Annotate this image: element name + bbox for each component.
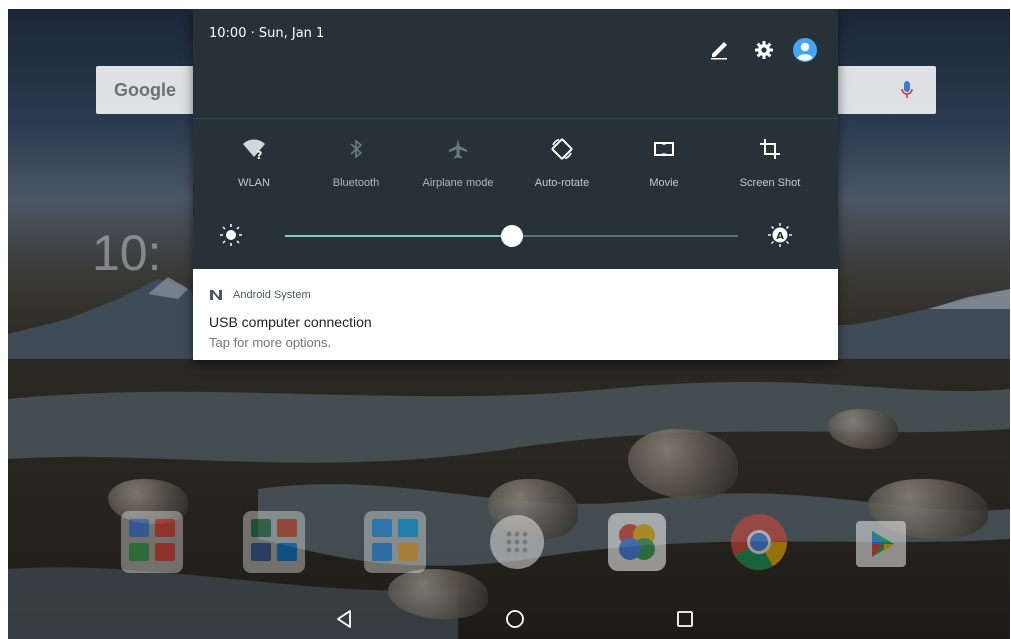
- office-folder[interactable]: [243, 511, 305, 573]
- tile-bluetooth[interactable]: Bluetooth: [310, 129, 402, 199]
- bluetooth-off-icon: [350, 139, 363, 159]
- airplane-icon: [449, 139, 467, 159]
- notification-shade: 10:00 · Sun, Jan 1 ? WLAN Bluetooth Airp…: [193, 9, 838, 360]
- tile-auto-rotate[interactable]: Auto-rotate: [516, 129, 608, 199]
- chrome-icon: [731, 514, 787, 570]
- lenovo-apps-icon: [372, 519, 418, 561]
- play-store-icon: [856, 521, 906, 567]
- notification-title: USB computer connection: [209, 314, 372, 330]
- brightness-control: A: [193, 217, 838, 257]
- notification-app-name: Android System: [233, 289, 311, 301]
- tile-wlan[interactable]: ? WLAN: [208, 129, 300, 199]
- gmail-icon: [129, 519, 175, 561]
- home-icon[interactable]: [503, 607, 527, 631]
- android-system-icon: [210, 290, 222, 300]
- brightness-slider-thumb[interactable]: [500, 225, 523, 247]
- svg-text:?: ?: [256, 149, 262, 161]
- recents-icon[interactable]: [673, 607, 697, 631]
- svg-text:A: A: [776, 231, 784, 242]
- edit-icon[interactable]: [708, 39, 730, 61]
- mic-icon[interactable]: [900, 79, 914, 101]
- lenovo-folder[interactable]: [364, 511, 426, 573]
- tile-screen-shot[interactable]: Screen Shot: [724, 129, 816, 199]
- photos-icon: [608, 513, 666, 571]
- quick-settings-tiles: ? WLAN Bluetooth Airplane mode Auto-rota…: [193, 129, 838, 209]
- app-drawer[interactable]: [486, 511, 548, 573]
- play-store-app[interactable]: [850, 511, 912, 573]
- tile-movie[interactable]: Movie: [618, 129, 710, 199]
- auto-brightness-icon[interactable]: A: [767, 222, 793, 248]
- auto-rotate-icon: [551, 138, 573, 160]
- notification-text: Tap for more options.: [209, 335, 332, 350]
- chrome-app[interactable]: [728, 511, 790, 573]
- office-apps-icon: [251, 519, 297, 561]
- user-avatar-icon[interactable]: [792, 37, 818, 63]
- tile-airplane-mode[interactable]: Airplane mode: [412, 129, 504, 199]
- clock-widget[interactable]: 10:: [92, 224, 162, 282]
- google-logo: Google: [114, 79, 176, 100]
- back-icon[interactable]: [333, 607, 357, 631]
- google-apps-folder[interactable]: [121, 511, 183, 573]
- photos-app[interactable]: [606, 511, 668, 573]
- usb-notification[interactable]: Android System USB computer connection T…: [193, 269, 838, 360]
- home-screen: Google 10: 10:00 · Sun, Jan 1 ? WLAN Blu…: [8, 9, 1010, 639]
- brightness-sun-icon: [220, 224, 242, 246]
- shade-header: 10:00 · Sun, Jan 1: [193, 9, 838, 119]
- app-drawer-icon: [490, 515, 544, 569]
- crop-icon: [760, 139, 780, 159]
- navigation-bar: [8, 599, 1010, 639]
- status-datetime[interactable]: 10:00 · Sun, Jan 1: [209, 26, 324, 41]
- wifi-unknown-icon: ?: [243, 139, 265, 161]
- dolby-movie-icon: [654, 142, 674, 156]
- dock: [8, 509, 1010, 579]
- gear-icon[interactable]: [753, 39, 775, 61]
- brightness-slider-fill: [285, 235, 512, 237]
